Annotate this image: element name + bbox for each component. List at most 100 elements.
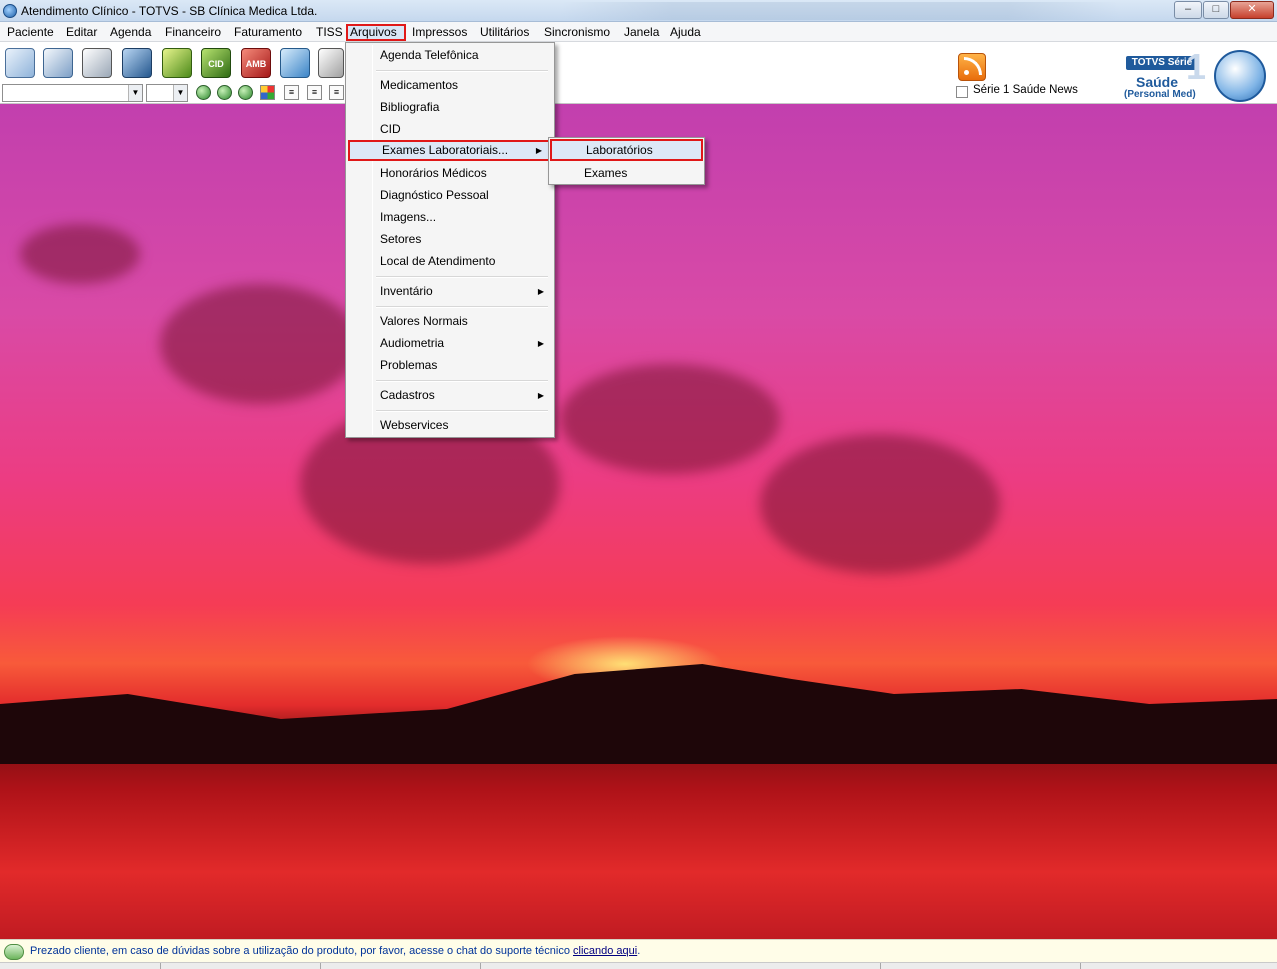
color-grid-icon[interactable] (260, 85, 275, 100)
logo-product: Saúde (1136, 74, 1179, 90)
exames-laboratoriais-submenu: Laboratórios Exames (548, 137, 705, 185)
status-pane-divider (160, 963, 161, 969)
menu-item-local-de-atendimento[interactable]: Local de Atendimento (348, 251, 552, 272)
cloud (560, 364, 780, 474)
menu-item-inventario[interactable]: Inventário ▶ (348, 281, 552, 302)
menu-separator (376, 70, 548, 72)
books-icon[interactable] (43, 48, 73, 78)
toolbar-combo-1[interactable]: ▼ (2, 84, 143, 102)
menu-bar: Paciente Editar Agenda Financeiro Fatura… (0, 22, 1277, 42)
menu-faturamento[interactable]: Faturamento (232, 24, 304, 41)
menu-janela[interactable]: Janela (622, 24, 661, 41)
cloud (20, 224, 140, 284)
toolbar-combo-2[interactable]: ▼ (146, 84, 188, 102)
list-icon[interactable]: ≡ (329, 85, 344, 100)
menu-item-honorarios-medicos[interactable]: Honorários Médicos (348, 163, 552, 184)
book-icon[interactable] (5, 48, 35, 78)
heart-monitor-icon (1214, 50, 1266, 102)
close-button[interactable]: ✕ (1230, 1, 1274, 19)
menu-item-label: Exames Laboratoriais... (382, 143, 509, 157)
support-message: Prezado cliente, em caso de dúvidas sobr… (30, 945, 640, 957)
menu-item-valores-normais[interactable]: Valores Normais (348, 311, 552, 332)
arquivos-menu: Agenda Telefônica Medicamentos Bibliogra… (345, 42, 555, 438)
menu-item-setores[interactable]: Setores (348, 229, 552, 250)
nav-prev-icon[interactable] (217, 85, 232, 100)
menu-item-bibliografia[interactable]: Bibliografia (348, 97, 552, 118)
chevron-down-icon[interactable]: ▼ (173, 85, 187, 101)
logo-edition: (Personal Med) (1124, 89, 1196, 100)
submenu-arrow-icon: ▶ (535, 146, 542, 155)
title-bar: Atendimento Clínico - TOTVS - SB Clínica… (0, 0, 1277, 22)
support-message-tail: . (637, 945, 641, 957)
menu-item-imagens[interactable]: Imagens... (348, 207, 552, 228)
news-checkbox[interactable] (956, 86, 968, 98)
list-icon[interactable]: ≡ (284, 85, 299, 100)
menu-financeiro[interactable]: Financeiro (163, 24, 223, 41)
menu-item-diagnostico-pessoal[interactable]: Diagnóstico Pessoal (348, 185, 552, 206)
status-bar: Prezado cliente, em caso de dúvidas sobr… (0, 939, 1277, 969)
menu-ajuda[interactable]: Ajuda (668, 24, 703, 41)
submenu-arrow-icon: ▶ (537, 391, 544, 400)
cid-icon[interactable]: CID (201, 48, 231, 78)
rss-icon[interactable] (958, 53, 986, 81)
menu-item-exames-laboratoriais[interactable]: Exames Laboratoriais... ▶ (348, 140, 552, 161)
menu-agenda[interactable]: Agenda (108, 24, 153, 41)
totvs-logo: TOTVS Série 1 Saúde (Personal Med) (1118, 46, 1273, 102)
support-chat-link[interactable]: clicando aqui (573, 945, 637, 957)
status-pane-divider (320, 963, 321, 969)
app-icon (3, 4, 17, 18)
menu-impressos[interactable]: Impressos (410, 24, 469, 41)
status-pane-divider (880, 963, 881, 969)
amb-icon[interactable]: AMB (241, 48, 271, 78)
news-checkbox-label: Série 1 Saúde News (973, 84, 1078, 96)
maximize-button[interactable]: □ (1203, 1, 1229, 19)
minimize-button[interactable]: – (1174, 1, 1202, 19)
cloud (160, 284, 360, 404)
menu-item-cid[interactable]: CID (348, 119, 552, 140)
menu-separator (376, 276, 548, 278)
menu-separator (376, 410, 548, 412)
menu-item-label: Audiometria (380, 336, 445, 350)
menu-item-webservices[interactable]: Webservices (348, 415, 552, 436)
submenu-arrow-icon: ▶ (537, 339, 544, 348)
cloud (760, 434, 1000, 574)
menu-item-agenda-telefonica[interactable]: Agenda Telefônica (348, 45, 552, 66)
menu-sincronismo[interactable]: Sincronismo (542, 24, 612, 41)
mountain-silhouette (0, 664, 1277, 764)
menu-editar[interactable]: Editar (64, 24, 99, 41)
menu-item-label: Cadastros (380, 388, 435, 402)
status-panes (0, 962, 1277, 969)
title-bar-decoration (560, 2, 1120, 20)
chat-icon[interactable] (4, 944, 24, 960)
list-icon[interactable]: ≡ (307, 85, 322, 100)
menu-item-exames[interactable]: Exames (550, 162, 703, 184)
menu-item-cadastros[interactable]: Cadastros ▶ (348, 385, 552, 406)
menu-paciente[interactable]: Paciente (5, 24, 56, 41)
menu-tiss[interactable]: TISS (314, 24, 345, 41)
phone-book-icon[interactable] (122, 48, 152, 78)
status-pane-divider (480, 963, 481, 969)
toolbar: CID AMB ▼ ▼ ≡ ≡ ≡ Série 1 Saúde News TOT… (0, 42, 1277, 104)
refresh-icon[interactable] (238, 85, 253, 100)
nav-first-icon[interactable] (196, 85, 211, 100)
menu-item-label: Inventário (380, 284, 433, 298)
window-title: Atendimento Clínico - TOTVS - SB Clínica… (21, 4, 318, 18)
logo-number: 1 (1186, 46, 1207, 87)
menu-separator (376, 380, 548, 382)
menu-separator (376, 306, 548, 308)
open-book-icon[interactable] (82, 48, 112, 78)
status-pane-divider (1080, 963, 1081, 969)
menu-utilitarios[interactable]: Utilitários (478, 24, 531, 41)
menu-item-medicamentos[interactable]: Medicamentos (348, 75, 552, 96)
chevron-down-icon[interactable]: ▼ (128, 85, 142, 101)
support-message-text: Prezado cliente, em caso de dúvidas sobr… (30, 945, 573, 957)
desktop-background (0, 104, 1277, 939)
lab-flask-icon[interactable] (280, 48, 310, 78)
menu-item-laboratorios[interactable]: Laboratórios (550, 139, 703, 161)
submenu-arrow-icon: ▶ (537, 287, 544, 296)
tools-icon[interactable] (318, 48, 344, 78)
money-icon[interactable] (162, 48, 192, 78)
menu-item-problemas[interactable]: Problemas (348, 355, 552, 376)
menu-item-audiometria[interactable]: Audiometria ▶ (348, 333, 552, 354)
menu-arquivos[interactable]: Arquivos (346, 24, 406, 41)
